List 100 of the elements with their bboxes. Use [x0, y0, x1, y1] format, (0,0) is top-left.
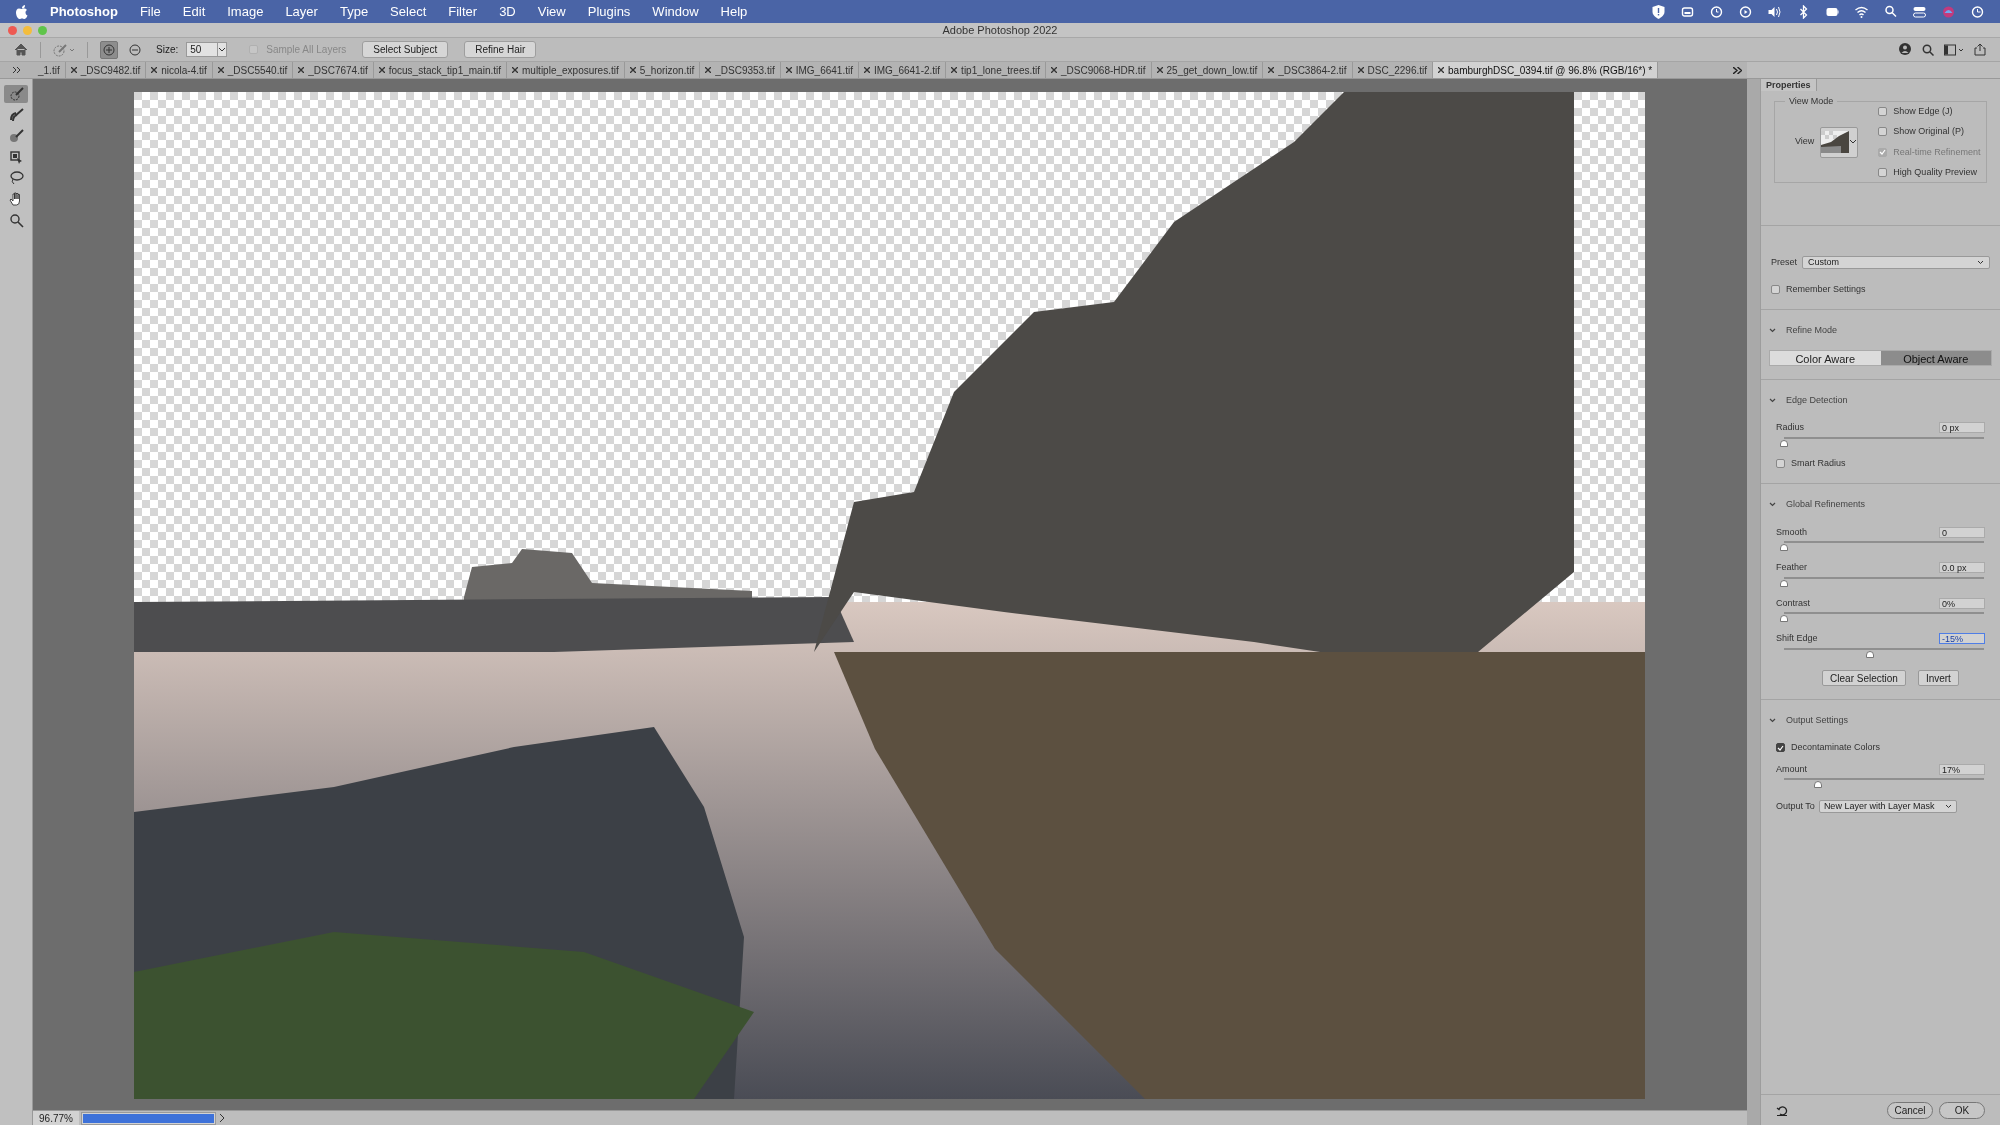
control-center-icon[interactable] [1913, 4, 1926, 19]
menu-item[interactable]: File [139, 1, 161, 22]
add-to-selection-button[interactable] [100, 40, 118, 59]
checkbox[interactable] [1878, 127, 1888, 137]
value-field[interactable]: 17% [1939, 763, 1985, 775]
more-tabs-icon[interactable] [1733, 66, 1742, 74]
slider-thumb[interactable] [1814, 781, 1822, 788]
preset-dropdown[interactable]: Custom [1802, 256, 1990, 270]
volume-icon[interactable] [1768, 4, 1781, 19]
value-field[interactable]: 0 px [1939, 422, 1985, 434]
chevron-icon[interactable] [1769, 717, 1776, 723]
close-icon[interactable] [629, 67, 636, 73]
share-icon[interactable] [1974, 43, 1986, 56]
menu-item[interactable]: Edit [182, 1, 206, 22]
menu-item[interactable]: Plugins [587, 1, 631, 22]
document-tab[interactable]: _DSC9353.tif [700, 62, 781, 78]
drive-icon[interactable] [1681, 4, 1694, 19]
close-icon[interactable] [1357, 67, 1364, 73]
home-icon[interactable] [14, 43, 28, 56]
history-icon[interactable] [1710, 4, 1723, 19]
menu-item[interactable]: Layer [285, 1, 318, 22]
close-icon[interactable] [1268, 67, 1275, 73]
cancel-button[interactable]: Cancel [1887, 1102, 1933, 1119]
chevron-icon[interactable] [1769, 502, 1776, 508]
shield-icon[interactable] [1652, 4, 1665, 19]
document-tab[interactable]: _DSC9482.tif [65, 62, 147, 78]
reset-icon[interactable] [1776, 1105, 1788, 1116]
workspace-icon[interactable] [1944, 43, 1964, 56]
chevron-right-icon[interactable] [220, 1114, 225, 1122]
invert-button[interactable]: Invert [1917, 669, 1959, 686]
checkbox[interactable] [1776, 743, 1785, 753]
close-icon[interactable] [1438, 67, 1445, 73]
ok-button[interactable]: OK [1939, 1102, 1985, 1119]
close-icon[interactable] [512, 67, 518, 73]
close-icon[interactable] [378, 67, 385, 73]
document-tab[interactable]: IMG_6641.tif [780, 62, 859, 78]
slider-thumb[interactable] [1780, 439, 1788, 447]
search-icon[interactable] [1884, 4, 1897, 19]
play-icon[interactable] [1739, 4, 1752, 19]
value-field[interactable]: -15% [1939, 633, 1985, 645]
value-field[interactable]: 0% [1939, 597, 1985, 609]
slider-thumb[interactable] [1866, 650, 1874, 658]
document-tab[interactable]: focus_stack_tip1_main.tif [373, 62, 507, 78]
app-menu[interactable]: Photoshop [50, 1, 118, 22]
segment-button[interactable]: Color Aware [1770, 350, 1881, 365]
user-icon[interactable] [1899, 43, 1912, 56]
close-icon[interactable] [1051, 67, 1058, 73]
checkbox[interactable] [1776, 458, 1785, 468]
menu-item[interactable]: Type [339, 1, 369, 22]
apple-logo-icon[interactable] [16, 4, 28, 19]
document-tab[interactable]: multiple_exposures.tif [507, 62, 625, 78]
slider-thumb[interactable] [1780, 615, 1788, 622]
chevron-icon[interactable] [1769, 328, 1776, 334]
document-tab[interactable]: _DSC9068-HDR.tif [1046, 62, 1152, 78]
menu-item[interactable]: Filter [448, 1, 478, 22]
close-icon[interactable] [705, 67, 712, 73]
size-field[interactable]: 50 [186, 42, 228, 57]
close-icon[interactable] [298, 67, 305, 73]
document-tab[interactable]: tip1_lone_trees.tif [946, 62, 1047, 78]
chevron-icon[interactable] [1769, 397, 1776, 403]
slider-thumb[interactable] [1780, 544, 1788, 551]
segment-button[interactable]: Object Aware [1880, 350, 1991, 365]
menu-item[interactable]: 3D [499, 1, 516, 22]
checkbox[interactable] [1771, 284, 1780, 294]
bluetooth-icon[interactable] [1797, 4, 1810, 19]
menu-item[interactable]: Window [652, 1, 699, 22]
document-tab[interactable]: _DSC3864-2.tif [1263, 62, 1353, 78]
document-tab[interactable]: bamburghDSC_0394.tif @ 96.8% (RGB/16*) * [1433, 62, 1659, 78]
menu-item[interactable]: Image [227, 1, 264, 22]
refine-hair-button[interactable]: Refine Hair [464, 41, 537, 58]
zoom-level[interactable]: 96.77% [33, 1111, 79, 1125]
output-dropdown[interactable]: New Layer with Layer Mask [1818, 800, 1957, 814]
clear-selection-button[interactable]: Clear Selection [1822, 669, 1906, 686]
document-tab[interactable]: nicola-4.tif [146, 62, 213, 78]
collapse-icon[interactable] [12, 67, 21, 73]
checkbox[interactable] [1878, 106, 1888, 116]
close-icon[interactable] [151, 67, 158, 73]
wifi-icon[interactable] [1855, 4, 1868, 19]
menu-item[interactable]: Select [390, 1, 427, 22]
close-icon[interactable] [951, 67, 958, 73]
document-tab[interactable]: 25_get_down_low.tif [1151, 62, 1264, 78]
close-icon[interactable] [785, 67, 792, 73]
close-icon[interactable] [217, 67, 224, 73]
document-tab[interactable]: IMG_6641-2.tif [858, 62, 947, 78]
close-icon[interactable] [863, 67, 870, 73]
close-icon[interactable] [1156, 67, 1163, 73]
document-tab[interactable]: _DSC5540.tif [212, 62, 294, 78]
checkbox[interactable] [1878, 168, 1888, 178]
view-dropdown[interactable] [1820, 126, 1859, 158]
document-tab[interactable]: _DSC7674.tif [293, 62, 374, 78]
value-field[interactable]: 0 [1939, 526, 1985, 538]
close-icon[interactable] [70, 67, 77, 73]
select-subject-button[interactable]: Select Subject [362, 41, 449, 58]
slider-thumb[interactable] [1780, 579, 1788, 587]
value-field[interactable]: 0.0 px [1939, 562, 1985, 574]
search-icon[interactable] [1922, 43, 1934, 56]
menu-item[interactable]: View [537, 1, 566, 22]
document-tab[interactable]: _1.tif [33, 62, 66, 78]
menu-item[interactable]: Help [720, 1, 748, 22]
panel-tab[interactable]: Properties [1761, 79, 1817, 91]
